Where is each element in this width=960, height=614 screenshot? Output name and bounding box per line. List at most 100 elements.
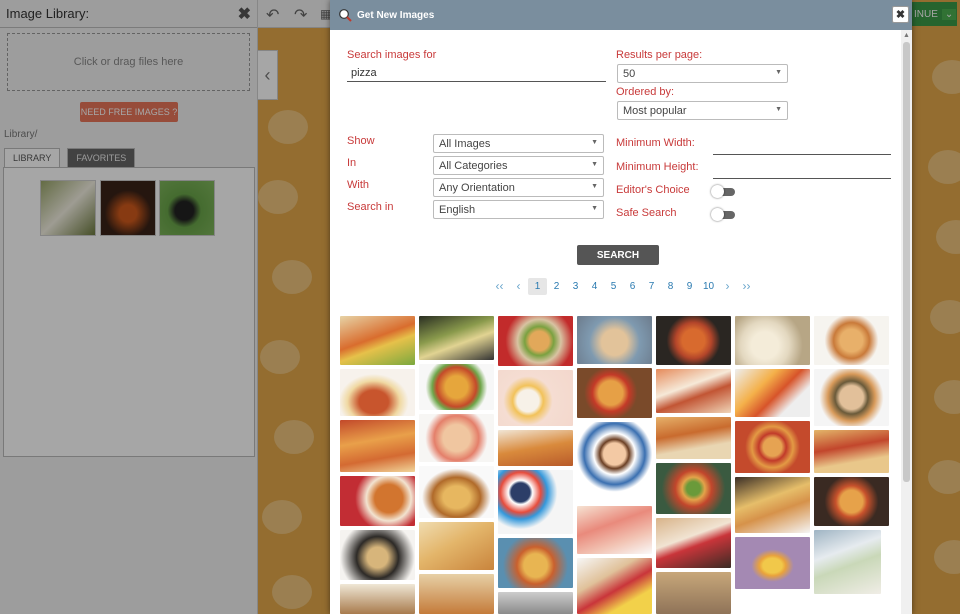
scroll-thumb[interactable] (903, 42, 910, 482)
continue-button[interactable]: INUE ⌄ (912, 2, 957, 26)
dialog-scrollbar[interactable]: ▲ (901, 30, 912, 614)
show-value: All Images (439, 137, 491, 150)
collapse-panel-button[interactable]: ‹ (258, 50, 278, 100)
result-image[interactable] (656, 463, 731, 514)
library-header: Image Library: ✖ (0, 0, 257, 28)
result-image[interactable] (340, 420, 415, 472)
page-link[interactable]: 1 (528, 278, 547, 295)
result-image[interactable] (814, 369, 889, 426)
min-height-input[interactable] (713, 161, 891, 179)
file-dropzone[interactable]: Click or drag files here (7, 33, 250, 91)
result-image[interactable] (340, 530, 415, 580)
result-image[interactable] (419, 574, 494, 614)
result-image[interactable] (814, 530, 881, 594)
result-image[interactable] (656, 518, 731, 568)
safe-search-label: Safe Search (616, 207, 677, 219)
page-link[interactable]: 3 (566, 278, 585, 295)
result-image[interactable] (419, 316, 494, 360)
search-icon (339, 9, 352, 22)
close-icon[interactable]: ✖ (238, 4, 251, 24)
result-image[interactable] (577, 506, 652, 554)
result-image[interactable] (340, 476, 415, 526)
result-image[interactable] (577, 422, 652, 502)
library-thumbnail[interactable] (40, 180, 96, 236)
page-link[interactable]: 9 (680, 278, 699, 295)
page-link[interactable]: 8 (661, 278, 680, 295)
search-input[interactable] (347, 65, 606, 82)
library-thumbnail[interactable] (159, 180, 215, 236)
result-image[interactable] (498, 470, 573, 534)
show-label: Show (347, 135, 375, 147)
result-image[interactable] (656, 572, 731, 614)
result-image[interactable] (419, 364, 494, 410)
page-link[interactable]: 5 (604, 278, 623, 295)
result-image[interactable] (498, 316, 573, 366)
redo-icon[interactable]: ↷ (294, 5, 307, 25)
library-images (3, 167, 255, 457)
category-select[interactable]: All Categories ▼ (433, 156, 604, 175)
result-image[interactable] (498, 538, 573, 588)
library-tabs: LIBRARY FAVORITES (4, 148, 136, 168)
result-image[interactable] (419, 522, 494, 570)
result-image[interactable] (656, 316, 731, 365)
show-select[interactable]: All Images ▼ (433, 134, 604, 153)
result-image[interactable] (419, 466, 494, 518)
ordered-by-select[interactable]: Most popular ▼ (617, 101, 788, 120)
need-free-images-button[interactable]: NEED FREE IMAGES ? (80, 102, 178, 122)
page-link[interactable]: 4 (585, 278, 604, 295)
result-image[interactable] (735, 477, 810, 533)
library-thumbnail[interactable] (100, 180, 156, 236)
result-image[interactable] (814, 316, 889, 365)
orientation-select[interactable]: Any Orientation ▼ (433, 178, 604, 197)
library-path: Library/ (4, 129, 38, 140)
min-width-input[interactable] (713, 137, 891, 155)
search-button[interactable]: SEARCH (577, 245, 659, 265)
result-image[interactable] (814, 477, 889, 526)
chevron-down-icon: ▼ (775, 69, 782, 76)
first-page-icon[interactable]: ‹‹ (490, 278, 509, 295)
results-per-page-select[interactable]: 50 ▼ (617, 64, 788, 83)
result-image[interactable] (340, 369, 415, 416)
result-image[interactable] (419, 414, 494, 462)
language-value: English (439, 203, 476, 216)
min-height-label: Minimum Height: (616, 161, 699, 173)
image-library-panel: Image Library: ✖ Click or drag files her… (0, 0, 258, 614)
next-page-icon[interactable]: › (718, 278, 737, 295)
editor-toolbar: ↶ ↷ ▦ (258, 0, 331, 28)
results-per-page-value: 50 (623, 67, 636, 80)
safe-search-toggle[interactable] (711, 208, 735, 221)
result-image[interactable] (577, 558, 652, 614)
result-image[interactable] (577, 316, 652, 364)
chevron-left-icon: ‹ (264, 64, 271, 85)
result-image[interactable] (498, 430, 573, 466)
result-image[interactable] (340, 584, 415, 614)
result-image[interactable] (498, 370, 573, 426)
close-icon[interactable]: ✖ (892, 6, 909, 23)
page-link[interactable]: 6 (623, 278, 642, 295)
result-image[interactable] (735, 537, 810, 589)
result-image[interactable] (735, 369, 810, 417)
undo-icon[interactable]: ↶ (266, 5, 279, 25)
in-label: In (347, 157, 357, 169)
prev-page-icon[interactable]: ‹ (509, 278, 528, 295)
page-link[interactable]: 7 (642, 278, 661, 295)
result-image[interactable] (814, 430, 889, 473)
editors-choice-toggle[interactable] (711, 185, 735, 198)
result-image[interactable] (735, 421, 810, 473)
page-link[interactable]: 10 (699, 278, 718, 295)
result-image[interactable] (656, 369, 731, 413)
result-image[interactable] (577, 368, 652, 418)
result-image[interactable] (735, 316, 810, 365)
result-image[interactable] (340, 316, 415, 365)
page-link[interactable]: 2 (547, 278, 566, 295)
scroll-up-icon[interactable]: ▲ (903, 32, 910, 39)
tab-library[interactable]: LIBRARY (4, 148, 61, 168)
tab-favorites[interactable]: FAVORITES (67, 148, 136, 168)
chevron-down-icon: ▼ (591, 161, 598, 168)
language-select[interactable]: English ▼ (433, 200, 604, 219)
result-image[interactable] (498, 592, 573, 614)
chevron-down-icon: ▼ (591, 139, 598, 146)
search-in-label: Search in (347, 201, 394, 213)
result-image[interactable] (656, 417, 731, 459)
last-page-icon[interactable]: ›› (737, 278, 756, 295)
